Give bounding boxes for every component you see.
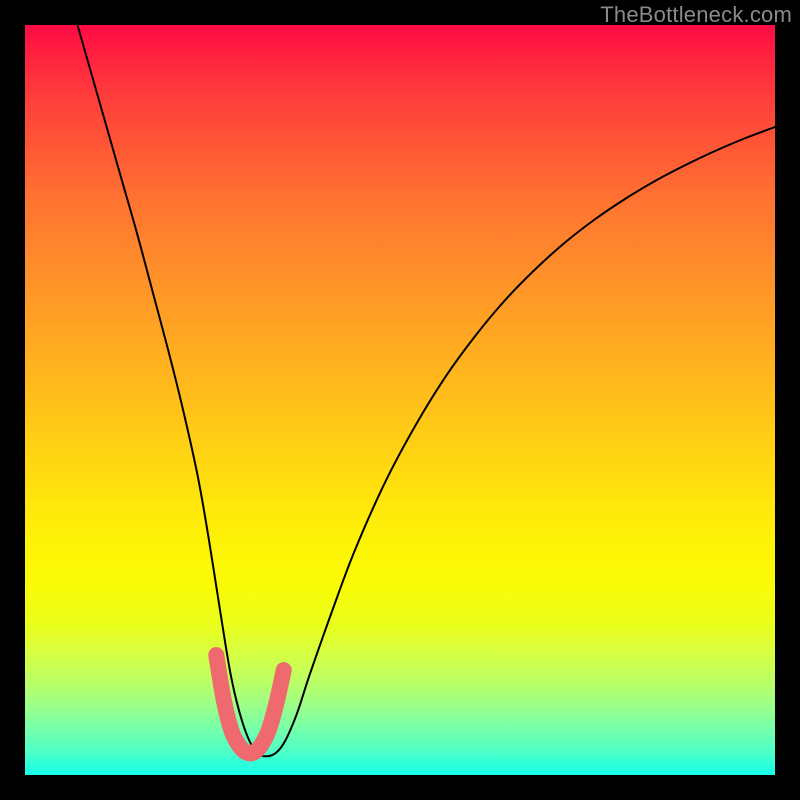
plot-area <box>25 25 775 775</box>
optimal-zone-highlight <box>216 655 284 754</box>
bottleneck-curve <box>78 25 776 756</box>
chart-svg <box>25 25 775 775</box>
watermark-text: TheBottleneck.com <box>600 2 792 28</box>
